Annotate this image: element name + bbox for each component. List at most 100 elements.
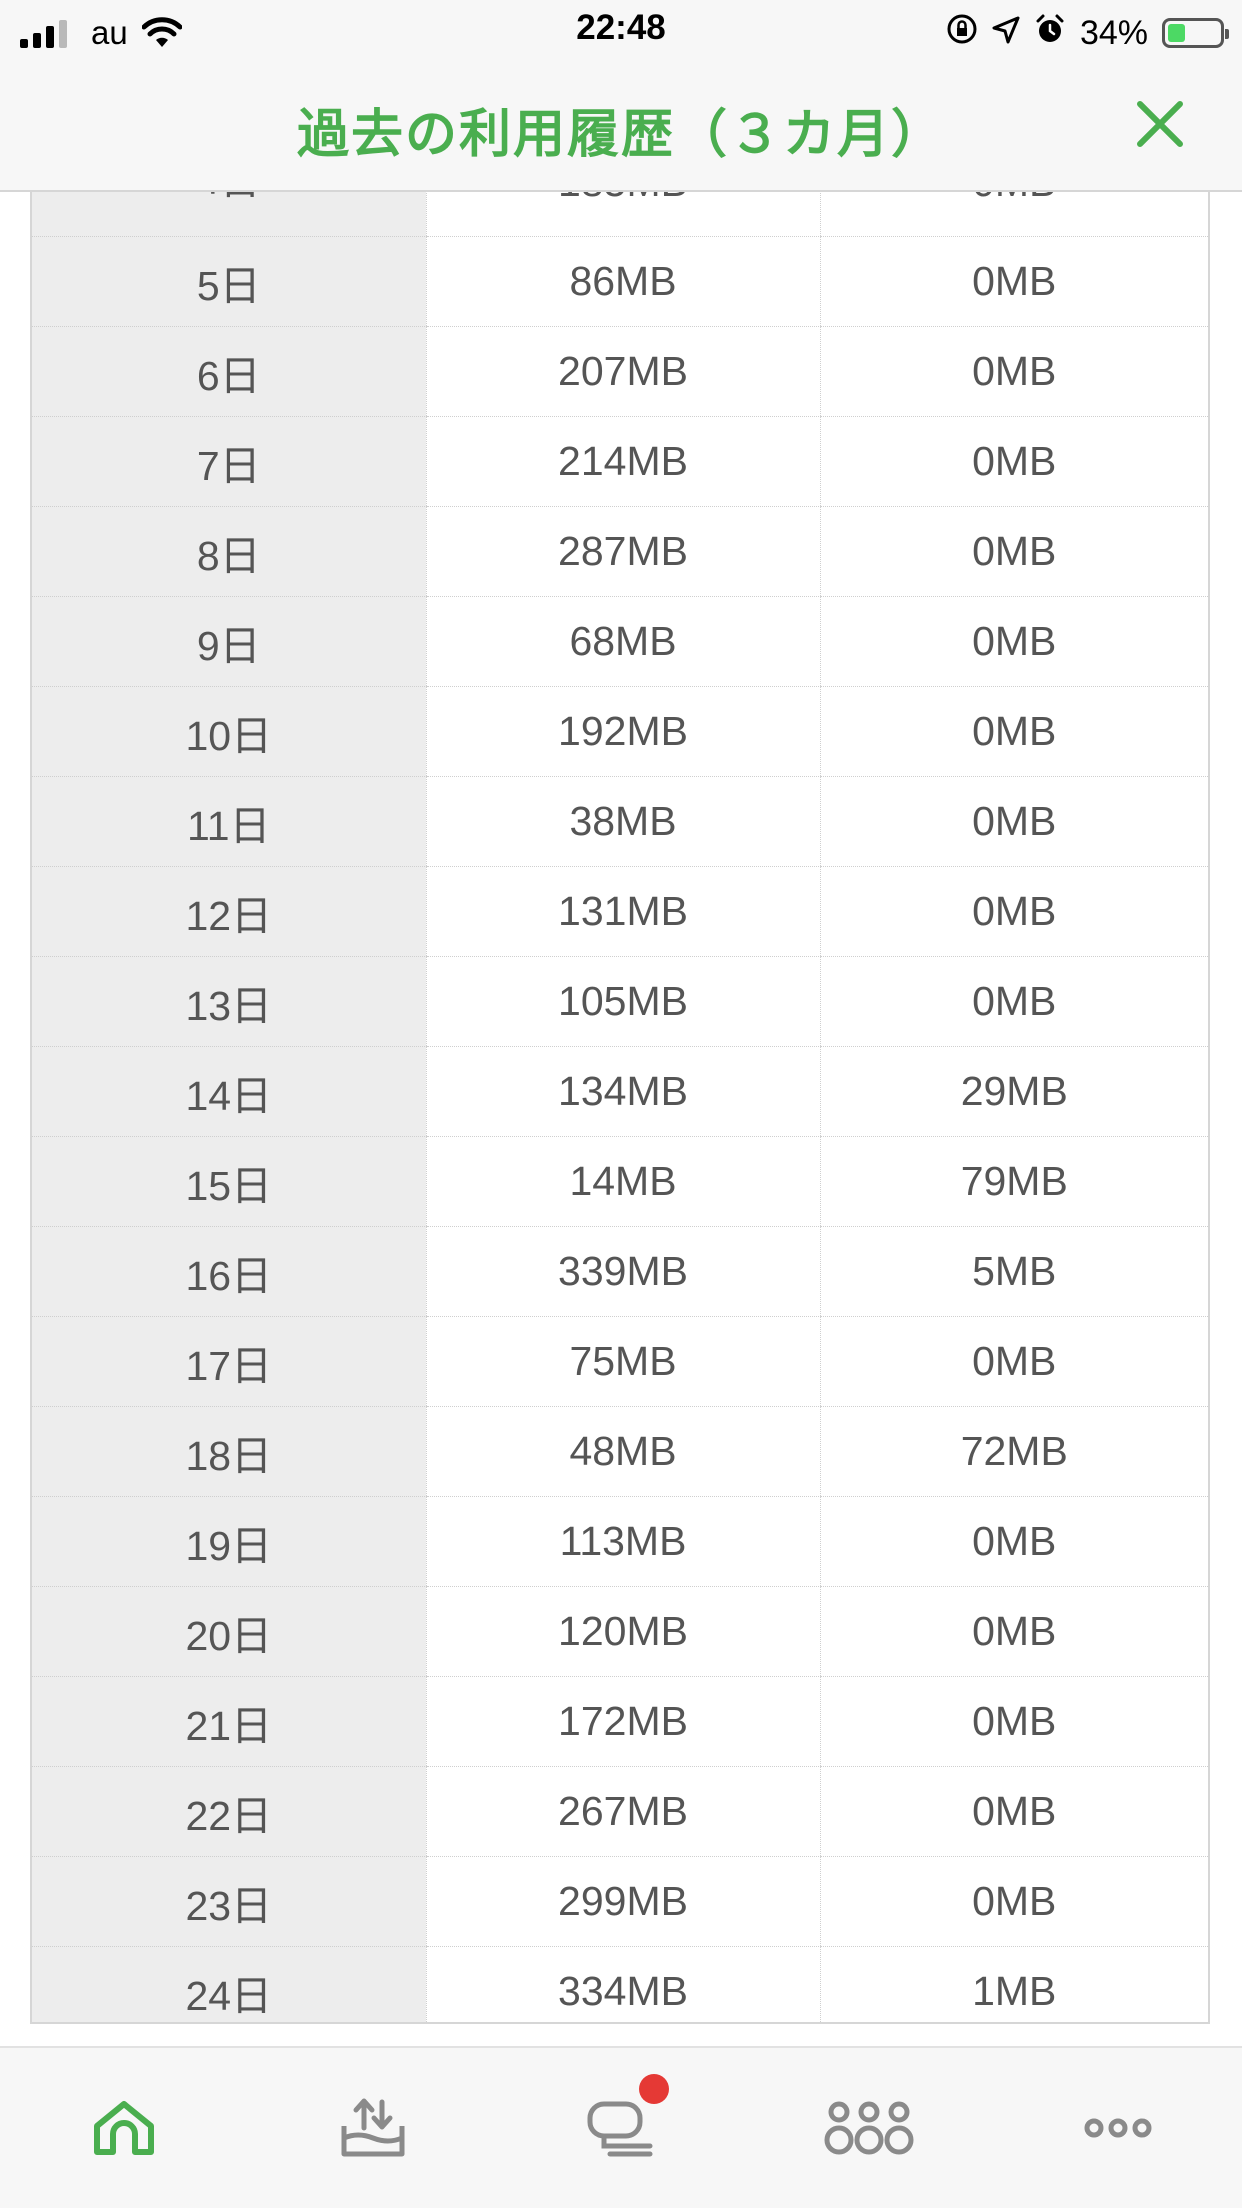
battery-icon xyxy=(1162,18,1229,48)
day-cell: 23日 xyxy=(32,1856,426,1947)
high-speed-cell: 120MB xyxy=(425,1586,820,1677)
high-speed-cell: 68MB xyxy=(425,596,820,687)
usage-table: 4日 185MB 0MB 5日86MB0MB6日207MB0MB7日214MB0… xyxy=(32,192,1208,2022)
more-icon xyxy=(1084,2118,1152,2138)
high-speed-cell: 287MB xyxy=(425,506,820,597)
table-row: 6日 207MB 0MB xyxy=(32,326,1208,417)
high-speed-cell: 207MB xyxy=(425,326,820,417)
low-speed-cell: 0MB xyxy=(819,1496,1208,1587)
high-speed-cell: 75MB xyxy=(425,1316,820,1407)
high-speed-cell: 14MB xyxy=(425,1136,820,1227)
high-speed-cell: 185MB xyxy=(425,192,820,237)
low-speed-cell: 0MB xyxy=(819,1676,1208,1767)
low-speed-cell: 1MB xyxy=(819,1946,1208,2022)
low-speed-cell: 0MB xyxy=(819,1316,1208,1407)
low-speed-cell: 5MB xyxy=(819,1226,1208,1317)
chat-icon xyxy=(587,2101,653,2157)
day-cell: 19日 xyxy=(32,1496,426,1587)
table-row: 16日 339MB 5MB xyxy=(32,1226,1208,1317)
day-cell: 24日 xyxy=(32,1946,426,2022)
high-speed-cell: 172MB xyxy=(425,1676,820,1767)
high-speed-cell: 339MB xyxy=(425,1226,820,1317)
low-speed-cell: 0MB xyxy=(819,506,1208,597)
table-row: 20日 120MB 0MB xyxy=(32,1586,1208,1677)
day-cell: 8日 xyxy=(32,506,426,597)
table-row: 5日 86MB 0MB xyxy=(32,236,1208,327)
tab-more[interactable] xyxy=(1048,2068,1188,2188)
day-cell: 18日 xyxy=(32,1406,426,1497)
high-speed-cell: 267MB xyxy=(425,1766,820,1857)
day-cell: 11日 xyxy=(32,776,426,867)
table-row: 14日 134MB 29MB xyxy=(32,1046,1208,1137)
low-speed-cell: 0MB xyxy=(819,416,1208,507)
low-speed-cell: 29MB xyxy=(819,1046,1208,1137)
status-right: 34% xyxy=(946,10,1229,56)
table-row: 23日 299MB 0MB xyxy=(32,1856,1208,1947)
low-speed-cell: 0MB xyxy=(819,866,1208,957)
day-cell: 5日 xyxy=(32,236,426,327)
tab-home[interactable] xyxy=(54,2068,194,2188)
low-speed-cell: 0MB xyxy=(819,326,1208,417)
status-bar: au 22:48 34% xyxy=(0,0,1242,66)
data-charge-icon xyxy=(341,2098,405,2157)
header: 過去の利用履歴（３カ月） xyxy=(0,66,1242,192)
table-row: 21日 172MB 0MB xyxy=(32,1676,1208,1767)
day-cell: 15日 xyxy=(32,1136,426,1227)
low-speed-cell: 0MB xyxy=(819,596,1208,687)
table-row: 17日 75MB 0MB xyxy=(32,1316,1208,1407)
table-row: 24日 334MB 1MB xyxy=(32,1946,1208,2022)
notification-badge xyxy=(638,2074,669,2104)
day-cell: 13日 xyxy=(32,956,426,1047)
services-icon xyxy=(824,2101,914,2155)
table-row: 18日 48MB 72MB xyxy=(32,1406,1208,1497)
low-speed-cell: 0MB xyxy=(819,776,1208,867)
rotation-lock-icon xyxy=(946,13,978,54)
high-speed-cell: 38MB xyxy=(425,776,820,867)
table-row: 12日 131MB 0MB xyxy=(32,866,1208,957)
table-row: 22日 267MB 0MB xyxy=(32,1766,1208,1857)
day-cell: 10日 xyxy=(32,686,426,777)
day-cell: 7日 xyxy=(32,416,426,507)
low-speed-cell: 0MB xyxy=(819,956,1208,1047)
home-icon xyxy=(94,2101,155,2155)
low-speed-cell: 0MB xyxy=(819,1766,1208,1857)
alarm-icon xyxy=(1034,13,1066,54)
tab-chat[interactable] xyxy=(551,2068,691,2188)
low-speed-cell: 0MB xyxy=(819,236,1208,327)
table-row: 15日 14MB 79MB xyxy=(32,1136,1208,1227)
tab-services[interactable] xyxy=(799,2068,939,2188)
table-row: 8日 287MB 0MB xyxy=(32,506,1208,597)
day-cell: 22日 xyxy=(32,1766,426,1857)
table-row: 19日 113MB 0MB xyxy=(32,1496,1208,1587)
tab-data-charge[interactable] xyxy=(303,2068,443,2188)
close-button[interactable] xyxy=(1132,96,1188,152)
table-row: 13日 105MB 0MB xyxy=(32,956,1208,1047)
day-cell: 17日 xyxy=(32,1316,426,1407)
high-speed-cell: 299MB xyxy=(425,1856,820,1947)
tab-bar xyxy=(0,2046,1242,2208)
table-row-partial: 4日 185MB 0MB xyxy=(32,192,1208,237)
low-speed-cell: 0MB xyxy=(819,686,1208,777)
high-speed-cell: 48MB xyxy=(425,1406,820,1497)
high-speed-cell: 334MB xyxy=(425,1946,820,2022)
low-speed-cell: 72MB xyxy=(819,1406,1208,1497)
high-speed-cell: 134MB xyxy=(425,1046,820,1137)
table-row: 7日 214MB 0MB xyxy=(32,416,1208,507)
high-speed-cell: 113MB xyxy=(425,1496,820,1587)
day-cell: 14日 xyxy=(32,1046,426,1137)
battery-percent: 34% xyxy=(1079,13,1148,52)
day-cell: 9日 xyxy=(32,596,426,687)
high-speed-cell: 105MB xyxy=(425,956,820,1047)
page-title: 過去の利用履歴（３カ月） xyxy=(296,105,945,165)
day-cell: 21日 xyxy=(32,1676,426,1767)
day-cell: 16日 xyxy=(32,1226,426,1317)
high-speed-cell: 192MB xyxy=(425,686,820,777)
usage-table-container[interactable]: 4日 185MB 0MB 5日86MB0MB6日207MB0MB7日214MB0… xyxy=(30,192,1210,2024)
day-cell: 4日 xyxy=(32,192,426,237)
day-cell: 12日 xyxy=(32,866,426,957)
close-icon xyxy=(1137,101,1183,147)
low-speed-cell: 0MB xyxy=(819,192,1208,237)
table-row: 9日 68MB 0MB xyxy=(32,596,1208,687)
location-icon xyxy=(992,14,1020,53)
low-speed-cell: 0MB xyxy=(819,1856,1208,1947)
